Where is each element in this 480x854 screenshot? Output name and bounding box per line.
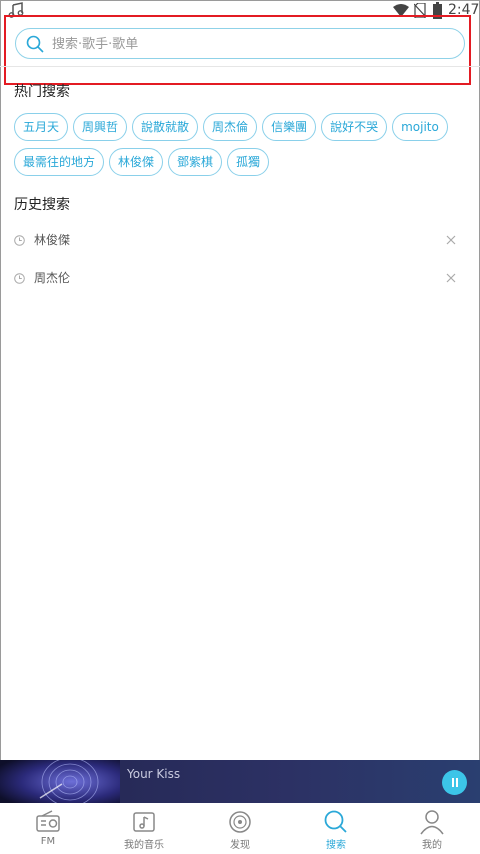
user-icon xyxy=(420,810,444,835)
hot-tag[interactable]: 周杰倫 xyxy=(203,113,258,141)
hot-tag[interactable]: 說散就散 xyxy=(132,113,199,141)
highlight-box xyxy=(4,15,471,85)
hot-tag[interactable]: 信樂團 xyxy=(262,113,317,141)
nav-me[interactable]: 我的 xyxy=(384,803,480,854)
disc-icon xyxy=(229,811,251,833)
nav-label: 我的 xyxy=(422,840,442,851)
history-title: 历史搜索 xyxy=(14,197,70,213)
history-item[interactable]: 林俊傑 xyxy=(0,225,480,255)
hot-tag[interactable]: 鄧紫棋 xyxy=(168,148,223,176)
search-icon xyxy=(324,810,347,833)
close-icon[interactable] xyxy=(445,234,457,246)
hot-tag[interactable]: 周興哲 xyxy=(73,113,128,141)
nav-label: 发现 xyxy=(230,840,250,851)
song-title: Your Kiss xyxy=(127,767,181,781)
close-icon[interactable] xyxy=(445,272,457,284)
mini-player[interactable]: Your Kiss xyxy=(0,760,480,803)
hot-search-title: 热门搜索 xyxy=(14,84,70,100)
hot-tag[interactable]: 林俊傑 xyxy=(109,148,164,176)
pause-button[interactable] xyxy=(442,770,467,795)
radio-icon xyxy=(36,810,60,832)
hot-search-tags: 五月天 周興哲 說散就散 周杰倫 信樂團 說好不哭 mojito 最需往的地方 … xyxy=(14,113,474,176)
hot-tag[interactable]: 說好不哭 xyxy=(321,113,388,141)
hot-tag[interactable]: 最需往的地方 xyxy=(14,148,105,176)
hot-tag[interactable]: mojito xyxy=(392,113,448,141)
nav-my-music[interactable]: 我的音乐 xyxy=(96,803,192,854)
hot-tag[interactable]: 五月天 xyxy=(14,113,69,141)
nav-label: 搜索 xyxy=(326,840,346,851)
nav-discover[interactable]: 发现 xyxy=(192,803,288,854)
history-item-label: 周杰伦 xyxy=(34,271,71,285)
bottom-nav: FM 我的音乐 发现 搜索 我的 xyxy=(0,803,480,854)
nav-label: 我的音乐 xyxy=(124,840,164,851)
hot-tag[interactable]: 孤獨 xyxy=(227,148,270,176)
nav-search[interactable]: 搜索 xyxy=(288,803,384,854)
history-item-label: 林俊傑 xyxy=(34,233,71,247)
nav-fm[interactable]: FM xyxy=(0,803,96,854)
nav-label: FM xyxy=(40,836,56,847)
music-icon xyxy=(133,812,155,832)
clock-icon xyxy=(14,235,25,246)
clock-icon xyxy=(14,273,25,284)
history-item[interactable]: 周杰伦 xyxy=(0,263,480,293)
album-art[interactable] xyxy=(0,760,120,803)
search-divider xyxy=(0,66,480,67)
